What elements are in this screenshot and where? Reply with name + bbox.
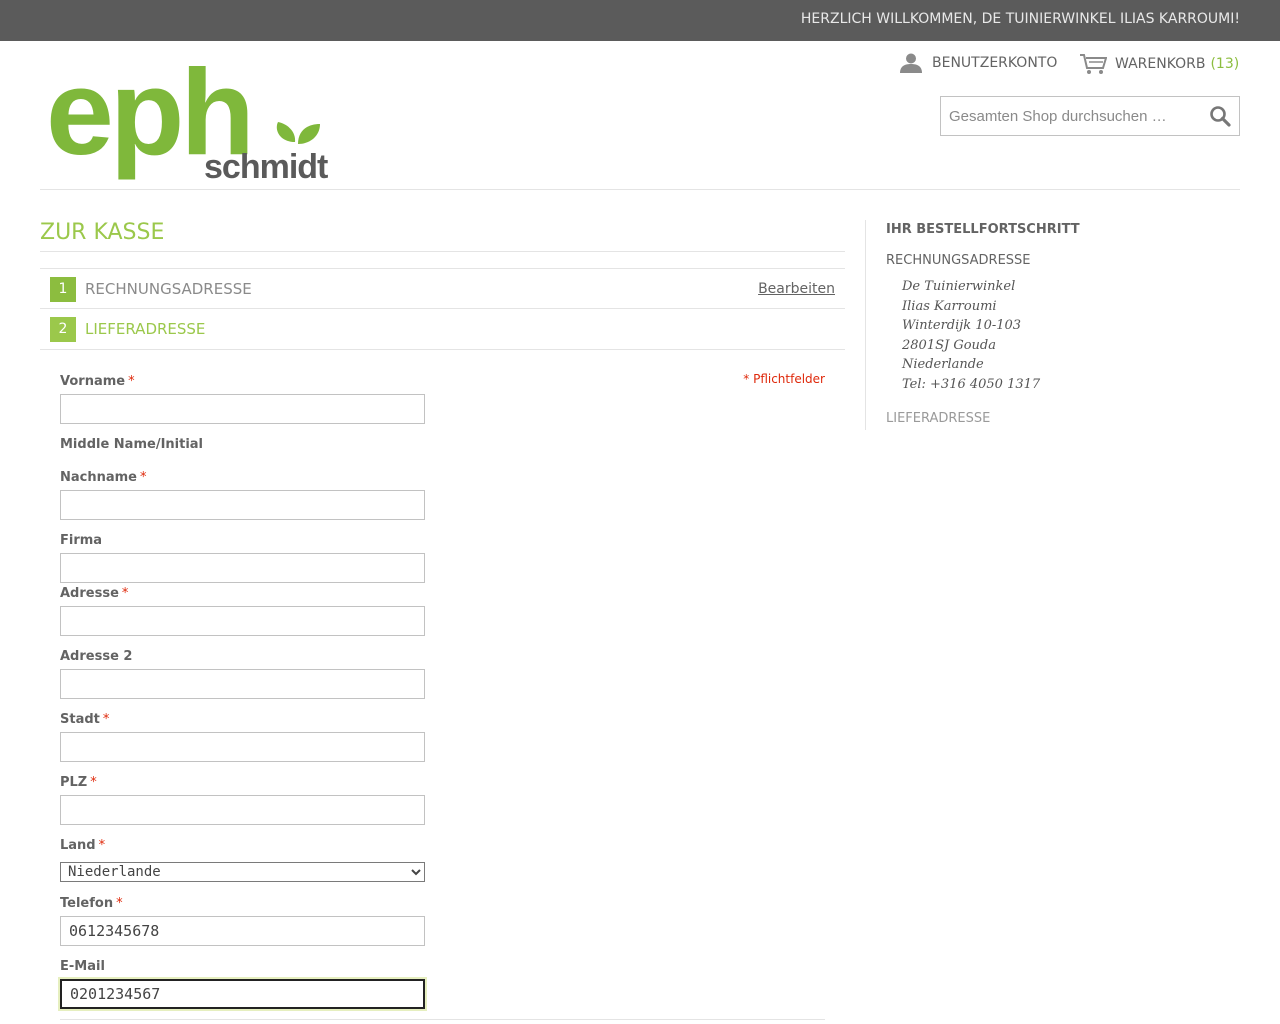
required-marker: *: [98, 838, 106, 853]
checkout-progress-sidebar: IHR BESTELLFORTSCHRITT RECHNUNGSADRESSE …: [865, 220, 1240, 430]
required-marker: *: [121, 586, 129, 601]
step-number: 1: [50, 277, 76, 302]
top-welcome-bar: HERZLICH WILLKOMMEN, DE TUINIERWINKEL IL…: [0, 0, 1280, 41]
required-marker: *: [128, 374, 135, 389]
required-fields-note: * Pflichtfelder: [743, 372, 825, 386]
required-marker: *: [102, 712, 110, 727]
address-line: Winterdijk 10-103: [902, 318, 1022, 334]
welcome-message: HERZLICH WILLKOMMEN, DE TUINIERWINKEL IL…: [800, 11, 1240, 27]
account-link[interactable]: BENUTZERKONTO: [899, 53, 1057, 73]
leaf-icon: [276, 122, 320, 144]
country-label: Land *: [60, 838, 106, 853]
firstname-label: Vorname *: [60, 374, 135, 389]
lastname-input[interactable]: [60, 490, 425, 520]
telephone-label: Telefon *: [60, 896, 123, 911]
lastname-label: Nachname *: [60, 470, 147, 485]
step-title: RECHNUNGSADRESSE: [85, 280, 252, 298]
search-icon[interactable]: [1209, 105, 1231, 127]
search-input[interactable]: [949, 106, 1199, 126]
checkout-step-billing: 1 RECHNUNGSADRESSE Bearbeiten: [40, 268, 845, 309]
required-marker: *: [90, 775, 97, 790]
address-line: Tel: +316 4050 1317: [902, 376, 1041, 392]
user-icon: [900, 53, 922, 73]
firstname-input[interactable]: [60, 394, 425, 424]
company-input[interactable]: [60, 553, 425, 583]
cart-link[interactable]: WARENKORB (13): [1079, 53, 1239, 75]
address-line: Ilias Karroumi: [902, 298, 997, 314]
postcode-label: PLZ *: [60, 775, 97, 790]
address-line: Niederlande: [902, 357, 984, 373]
company-label: Firma: [60, 533, 103, 548]
progress-step-shipping: LIEFERADRESSE: [886, 411, 991, 426]
cart-label: WARENKORB: [1115, 56, 1206, 72]
form-divider: [60, 1019, 825, 1020]
page-title: ZUR KASSE: [40, 220, 165, 245]
address-line: 2801SJ Gouda: [902, 337, 996, 353]
required-marker: *: [116, 896, 123, 911]
account-label: BENUTZERKONTO: [932, 55, 1058, 71]
progress-step-billing: RECHNUNGSADRESSE: [886, 253, 1031, 268]
search-form: [940, 96, 1240, 136]
step-title: LIEFERADRESSE: [85, 320, 206, 338]
store-logo[interactable]: eph schmidt: [48, 50, 333, 182]
city-input[interactable]: [60, 732, 425, 762]
address-line: De Tuinierwinkel: [902, 279, 1016, 294]
street2-input[interactable]: [60, 669, 425, 699]
shopping-cart-icon: [1080, 54, 1107, 74]
postcode-input[interactable]: [60, 795, 425, 825]
email-input[interactable]: [60, 979, 425, 1009]
email-label: E-Mail: [60, 959, 105, 974]
middlename-label: Middle Name/Initial: [60, 437, 204, 452]
progress-title: IHR BESTELLFORTSCHRITT: [886, 222, 1080, 237]
required-marker: *: [140, 470, 147, 485]
billing-address: De Tuinierwinkel Ilias Karroumi Winterdi…: [902, 277, 1040, 395]
title-divider: [40, 251, 845, 252]
city-label: Stadt *: [60, 712, 110, 727]
street1-label: Adresse *: [60, 586, 129, 601]
street1-input[interactable]: [60, 606, 425, 636]
header-divider: [40, 189, 1240, 190]
checkout-step-shipping: 2 LIEFERADRESSE: [40, 309, 845, 350]
country-select[interactable]: Niederlande: [60, 862, 425, 882]
street2-label: Adresse 2: [60, 649, 133, 664]
step-number: 2: [50, 317, 76, 342]
cart-count-badge: (13): [1210, 56, 1240, 72]
logo-text-sub: schmidt: [204, 148, 328, 182]
telephone-input[interactable]: [60, 916, 425, 946]
edit-billing-link[interactable]: Bearbeiten: [758, 281, 835, 297]
